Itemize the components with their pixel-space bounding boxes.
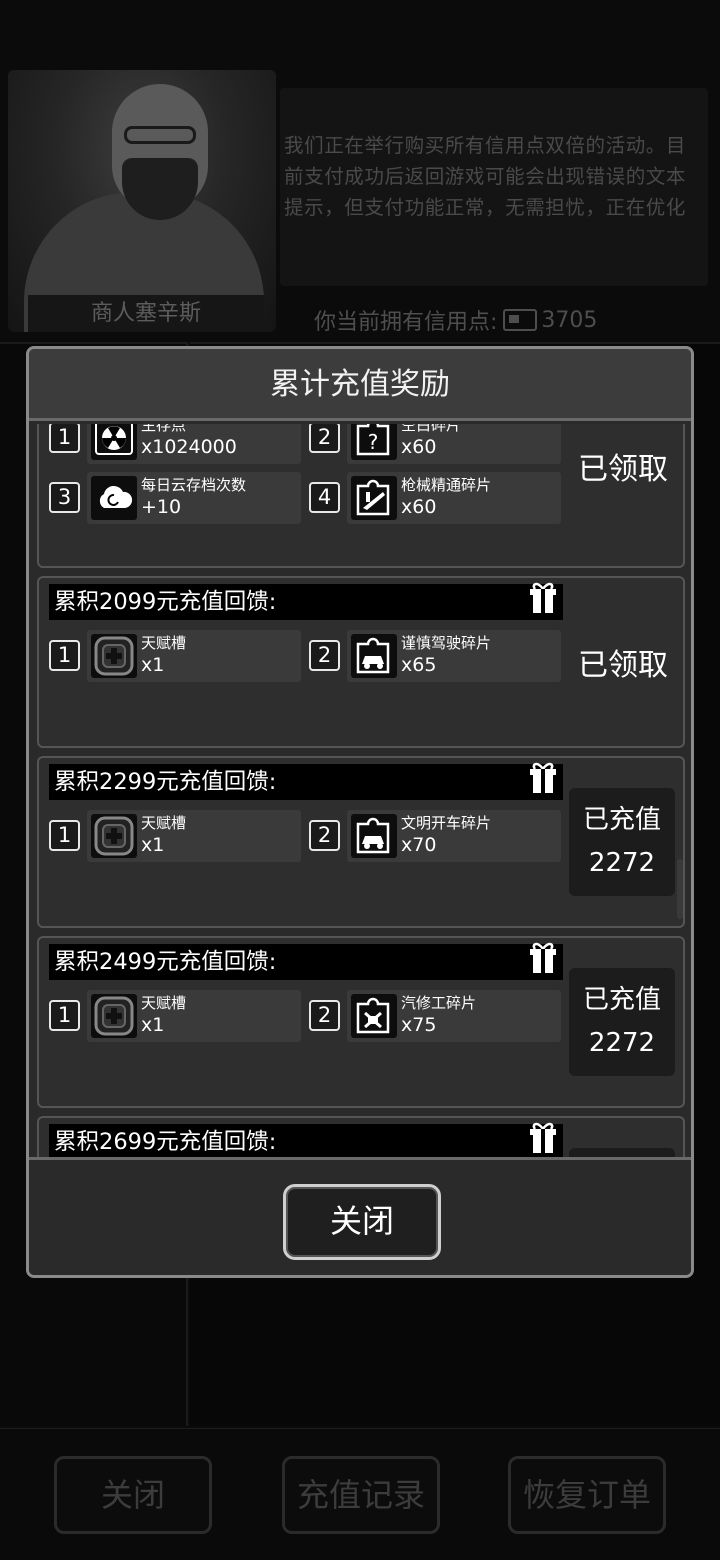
reward-name: 枪械精通碎片 [401, 476, 492, 494]
reward-tier-card: 累积2499元充值回馈: 1 天赋槽 x1 2 汽修工碎片 x75 已充值 2272 [37, 936, 685, 1108]
tier-title: 累积2499元充值回馈: [49, 944, 563, 980]
puzzle-question-icon: ? [351, 424, 397, 460]
reward-list[interactable]: 1 生存点 x1024000 2 ? 空白碎片 x60 3 每日云存档次数 +10 4… [37, 424, 685, 1157]
reward-tier-card: 累积2099元充值回馈: 1 天赋槽 x1 2 谨慎驾驶碎片 x65 已领取 [37, 576, 685, 748]
reward-name: 天赋槽 [141, 634, 187, 652]
merchant-portrait [8, 70, 276, 332]
reward-index: 1 [49, 640, 80, 671]
reward-index: 2 [309, 640, 340, 671]
reward-item: 1 天赋槽 x1 [49, 628, 301, 682]
reward-quantity: x60 [401, 496, 437, 518]
recharged-amount: 2272 [588, 1028, 656, 1058]
reward-quantity: x1 [141, 654, 165, 676]
reward-item: 2 谨慎驾驶碎片 x65 [309, 628, 561, 682]
reward-index: 1 [49, 820, 80, 851]
puzzle-car-icon [351, 814, 397, 858]
tier-title: 累积2299元充值回馈: [49, 764, 563, 800]
recharged-amount: 2272 [588, 848, 656, 878]
credits-display: 你当前拥有信用点: 3705 [314, 304, 597, 336]
status-placeholder [569, 1148, 675, 1157]
reward-name: 文明开车碎片 [401, 814, 492, 832]
reward-name: 每日云存档次数 [141, 476, 247, 494]
puzzle-gun-icon [351, 476, 397, 520]
restore-order-button[interactable]: 恢复订单 [508, 1456, 666, 1534]
reward-index: 4 [309, 482, 340, 513]
credits-label: 你当前拥有信用点: [314, 310, 498, 335]
recharged-status: 已充值 2272 [569, 968, 675, 1076]
recharge-history-button[interactable]: 充值记录 [282, 1456, 440, 1534]
gift-icon [527, 760, 559, 794]
radiation-icon [91, 424, 137, 460]
puzzle-wrench-icon [351, 994, 397, 1038]
scrollbar[interactable] [677, 859, 683, 919]
reward-index: 3 [49, 482, 80, 513]
talent-slot-icon [91, 814, 137, 858]
claimed-status: 已领取 [578, 648, 668, 683]
gift-icon [527, 940, 559, 974]
reward-quantity: x1 [141, 834, 165, 856]
reward-item: 2 文明开车碎片 x70 [309, 808, 561, 862]
reward-quantity: x60 [401, 436, 437, 458]
reward-quantity: x75 [401, 1014, 437, 1036]
reward-quantity: x1 [141, 1014, 165, 1036]
merchant-name: 商人塞辛斯 [28, 294, 264, 332]
modal-footer: 关闭 [29, 1157, 691, 1275]
reward-name: 谨慎驾驶碎片 [401, 634, 492, 652]
recharged-label: 已充值 [582, 985, 661, 1015]
reward-quantity: x65 [401, 654, 437, 676]
reward-index: 2 [309, 1000, 340, 1031]
modal-title: 累计充值奖励 [29, 349, 691, 421]
reward-tier-card: 累积2699元充值回馈: [37, 1116, 685, 1157]
reward-index: 1 [49, 424, 80, 453]
reward-name: 生存点 [141, 424, 187, 434]
puzzle-car-icon [351, 634, 397, 678]
reward-item: 1 天赋槽 x1 [49, 988, 301, 1042]
gift-icon [527, 580, 559, 614]
reward-name: 汽修工碎片 [401, 994, 477, 1012]
reward-name: 天赋槽 [141, 994, 187, 1012]
reward-index: 2 [309, 424, 340, 453]
reward-tier-card: 1 生存点 x1024000 2 ? 空白碎片 x60 3 每日云存档次数 +10 4… [37, 424, 685, 568]
reward-item: 4 枪械精通碎片 x60 [309, 470, 561, 524]
credits-value: 3705 [541, 307, 598, 333]
recharged-label: 已充值 [582, 805, 661, 835]
tier-title: 累积2699元充值回馈: [49, 1124, 563, 1157]
talent-slot-icon [91, 994, 137, 1038]
close-button[interactable]: 关闭 [283, 1184, 441, 1260]
reward-tier-card: 累积2299元充值回馈: 1 天赋槽 x1 2 文明开车碎片 x70 已充值 2272 [37, 756, 685, 928]
cloud-icon [91, 476, 137, 520]
credit-card-icon [503, 309, 538, 331]
cumulative-recharge-modal: 累计充值奖励 1 生存点 x1024000 2 ? 空白碎片 x60 3 每日云存档… [26, 346, 694, 1278]
reward-quantity: +10 [141, 496, 182, 518]
reward-index: 2 [309, 820, 340, 851]
reward-name: 天赋槽 [141, 814, 187, 832]
claimed-status: 已领取 [578, 452, 668, 487]
reward-item: 2 汽修工碎片 x75 [309, 988, 561, 1042]
bottom-close-button[interactable]: 关闭 [54, 1456, 212, 1534]
gift-icon [527, 1120, 559, 1154]
reward-quantity: x70 [401, 834, 437, 856]
reward-quantity: x1024000 [141, 436, 237, 458]
merchant-dialog: 我们正在举行购买所有信用点双倍的活动。目前支付成功后返回游戏可能会出现错误的文本… [280, 88, 708, 286]
reward-name: 空白碎片 [401, 424, 462, 434]
reward-item: 1 生存点 x1024000 [49, 424, 301, 464]
reward-item: 2 ? 空白碎片 x60 [309, 424, 561, 464]
recharged-status: 已充值 2272 [569, 788, 675, 896]
tier-title: 累积2099元充值回馈: [49, 584, 563, 620]
reward-item: 1 天赋槽 x1 [49, 808, 301, 862]
reward-item: 3 每日云存档次数 +10 [49, 470, 301, 524]
svg-text:?: ? [368, 430, 379, 454]
reward-index: 1 [49, 1000, 80, 1031]
talent-slot-icon [91, 634, 137, 678]
